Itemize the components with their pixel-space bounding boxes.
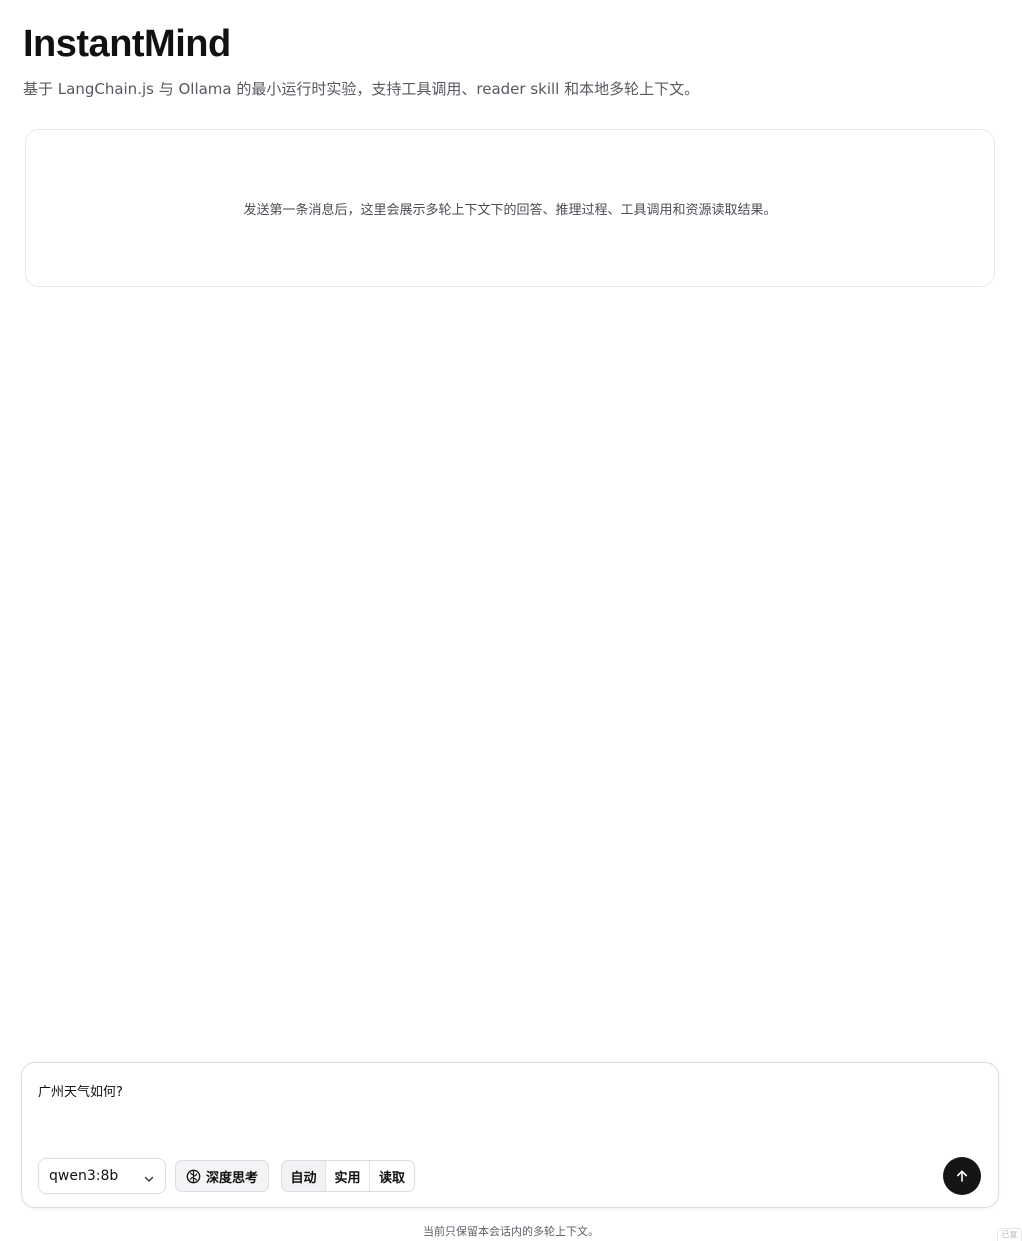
chevron-down-icon (143, 1170, 155, 1182)
empty-state-message: 发送第一条消息后，这里会展示多轮上下文下的回答、推理过程、工具调用和资源读取结果… (243, 202, 777, 218)
corner-badge[interactable]: 已复 (997, 1228, 1022, 1241)
deep-think-label: 深度思考 (206, 1170, 259, 1186)
conversation-empty-state: 发送第一条消息后，这里会展示多轮上下文下的回答、推理过程、工具调用和资源读取结果… (25, 129, 995, 287)
mode-read[interactable]: 读取 (370, 1161, 414, 1191)
footer-note: 当前只保留本会话内的多轮上下文。 (423, 1225, 599, 1238)
page-title: InstantMind (23, 23, 231, 65)
app-root: InstantMind 基于 LangChain.js 与 Ollama 的最小… (0, 0, 1022, 1241)
mode-auto[interactable]: 自动 (282, 1161, 326, 1191)
model-select-value: qwen3:8b (49, 1168, 119, 1184)
mode-segmented-control: 自动 实用 读取 (281, 1160, 415, 1192)
page-subtitle: 基于 LangChain.js 与 Ollama 的最小运行时实验，支持工具调用… (23, 80, 700, 98)
mode-practical[interactable]: 实用 (326, 1161, 370, 1191)
send-button[interactable] (943, 1157, 981, 1195)
arrow-up-icon (954, 1168, 970, 1184)
brain-icon (186, 1169, 201, 1184)
message-composer: qwen3:8b 深度思考 自动 实用 读取 (21, 1062, 999, 1208)
message-input[interactable] (38, 1079, 938, 1101)
deep-think-toggle[interactable]: 深度思考 (175, 1160, 270, 1192)
model-select[interactable]: qwen3:8b (38, 1158, 166, 1194)
